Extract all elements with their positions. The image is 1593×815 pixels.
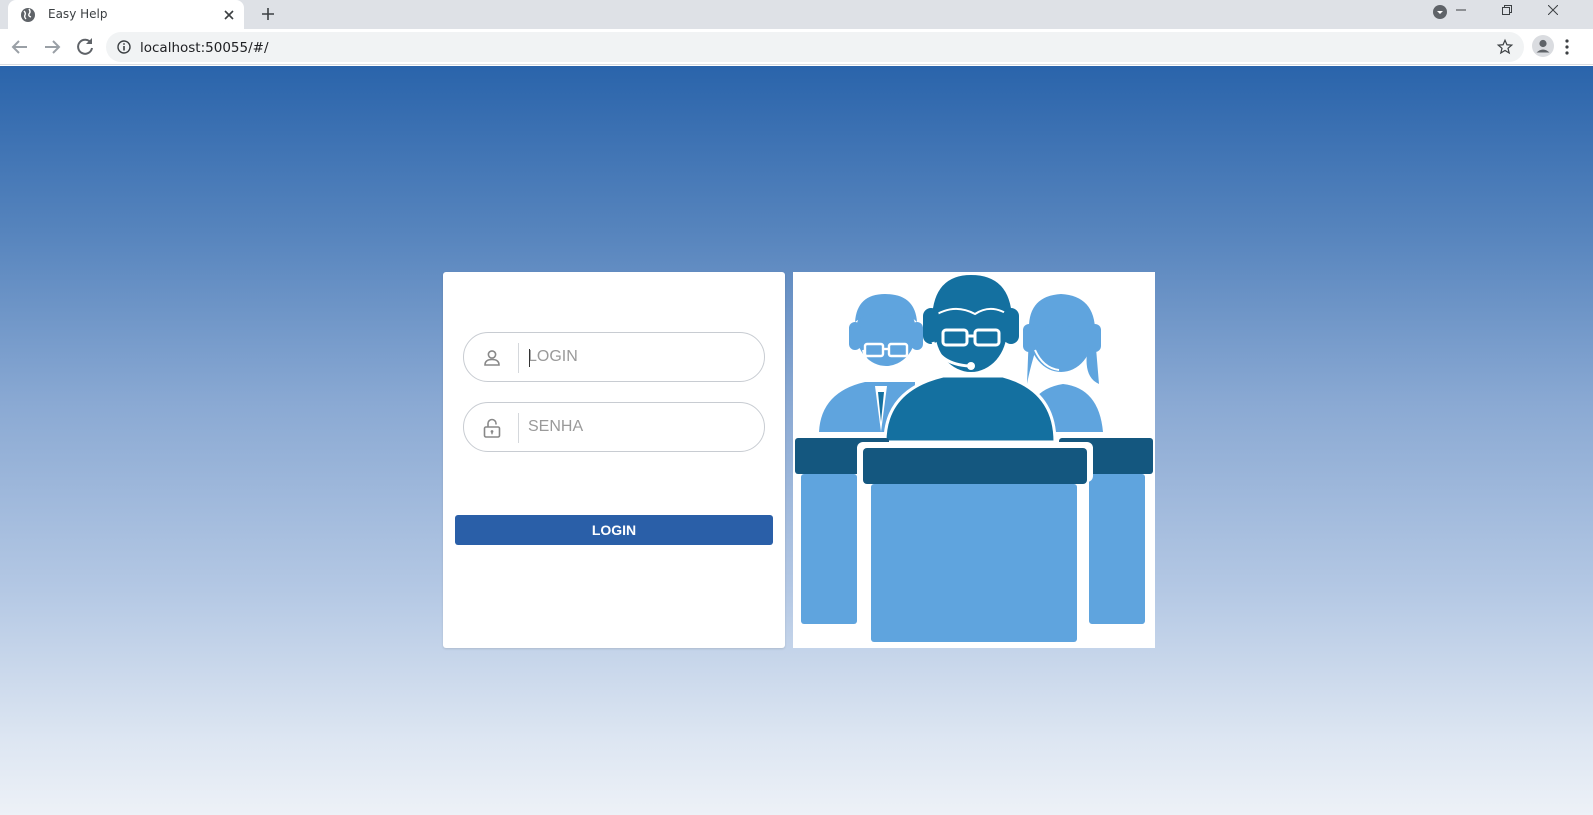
kebab-menu-icon[interactable] — [1564, 38, 1570, 56]
site-info-icon[interactable] — [117, 40, 131, 54]
minimize-icon — [1456, 9, 1466, 11]
close-icon — [1548, 5, 1558, 15]
new-tab-icon[interactable] — [258, 4, 278, 24]
restore-icon — [1502, 5, 1512, 15]
reload-icon[interactable] — [73, 35, 97, 59]
page-background: LOGIN — [0, 66, 1593, 815]
url-text[interactable]: localhost:50055/#/ — [140, 40, 269, 56]
back-arrow-icon[interactable] — [8, 35, 32, 59]
login-card: LOGIN — [443, 272, 785, 648]
close-tab-icon[interactable] — [221, 7, 237, 23]
close-window-button[interactable] — [1530, 0, 1576, 29]
bookmark-star-icon[interactable] — [1496, 38, 1514, 56]
lock-icon — [483, 418, 501, 438]
login-button[interactable]: LOGIN — [455, 515, 773, 545]
support-team-illustration — [793, 272, 1155, 648]
browser-toolbar: localhost:50055/#/ — [0, 29, 1593, 65]
password-input[interactable] — [528, 411, 748, 443]
password-field[interactable] — [463, 402, 765, 452]
globe-icon — [21, 8, 35, 22]
person-icon — [484, 350, 500, 366]
tab-title: Easy Help — [48, 7, 108, 21]
text-caret — [529, 349, 530, 367]
forward-arrow-icon[interactable] — [40, 35, 64, 59]
desk-graphic — [795, 438, 1153, 644]
login-input[interactable] — [528, 341, 748, 373]
profile-avatar-icon[interactable] — [1532, 35, 1554, 57]
restore-button[interactable] — [1484, 0, 1530, 29]
support-team-graphic — [795, 272, 1153, 644]
field-divider — [518, 343, 519, 373]
minimize-button[interactable] — [1438, 0, 1484, 29]
browser-tabstrip: Easy Help — [0, 0, 1593, 29]
field-divider — [518, 413, 519, 443]
browser-tab[interactable]: Easy Help — [8, 0, 244, 29]
login-field[interactable] — [463, 332, 765, 382]
address-bar[interactable]: localhost:50055/#/ — [106, 32, 1524, 62]
